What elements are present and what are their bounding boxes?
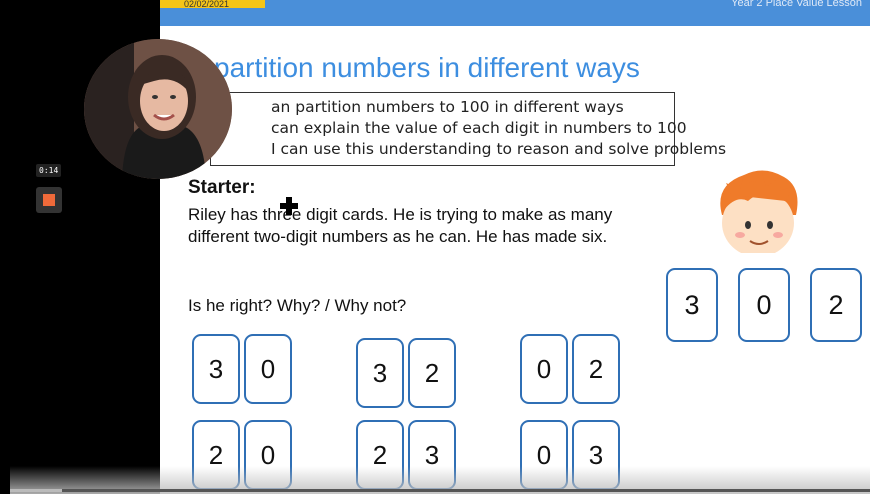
pair-3-ones: 2 xyxy=(572,334,620,404)
slide-title: partition numbers in different ways xyxy=(214,52,640,83)
video-progress-bar[interactable] xyxy=(10,489,870,492)
move-cursor-icon xyxy=(280,197,298,215)
lesson-title: Year 2 Place Value Lesson xyxy=(731,0,862,9)
digit-card-2: 0 xyxy=(738,268,790,342)
digit-card-3: 2 xyxy=(810,268,862,342)
objective-2: can explain the value of each digit in n… xyxy=(271,119,687,137)
video-progress-fill xyxy=(10,489,62,492)
digit-card-1: 3 xyxy=(666,268,718,342)
slide-date: 02/02/2021 xyxy=(160,0,265,8)
objective-3: I can use this understanding to reason a… xyxy=(271,140,727,158)
pair-2-ones: 2 xyxy=(408,338,456,408)
recording-timer: 0:14 xyxy=(36,164,62,177)
pair-1-tens: 3 xyxy=(192,334,240,404)
pair-3-tens: 0 xyxy=(520,334,568,404)
pair-1-ones: 0 xyxy=(244,334,292,404)
question-text: Is he right? Why? / Why not? xyxy=(188,296,407,315)
stop-icon xyxy=(43,194,55,206)
presenter-video xyxy=(84,39,232,179)
pair-2-tens: 3 xyxy=(356,338,404,408)
objectives-box: an partition numbers to 100 in different… xyxy=(210,92,727,166)
slide-header-bar: 02/02/2021 Year 2 Place Value Lesson xyxy=(160,0,870,26)
webcam-overlay xyxy=(84,39,232,179)
starter-text: Riley has three digit cards. He is tryin… xyxy=(188,205,613,246)
boy-illustration xyxy=(704,170,810,261)
starter-heading: Starter: xyxy=(188,177,256,198)
stop-recording-button[interactable] xyxy=(36,187,62,213)
slide: 02/02/2021 Year 2 Place Value Lesson par… xyxy=(160,0,870,494)
objective-1: an partition numbers to 100 in different… xyxy=(271,98,624,116)
